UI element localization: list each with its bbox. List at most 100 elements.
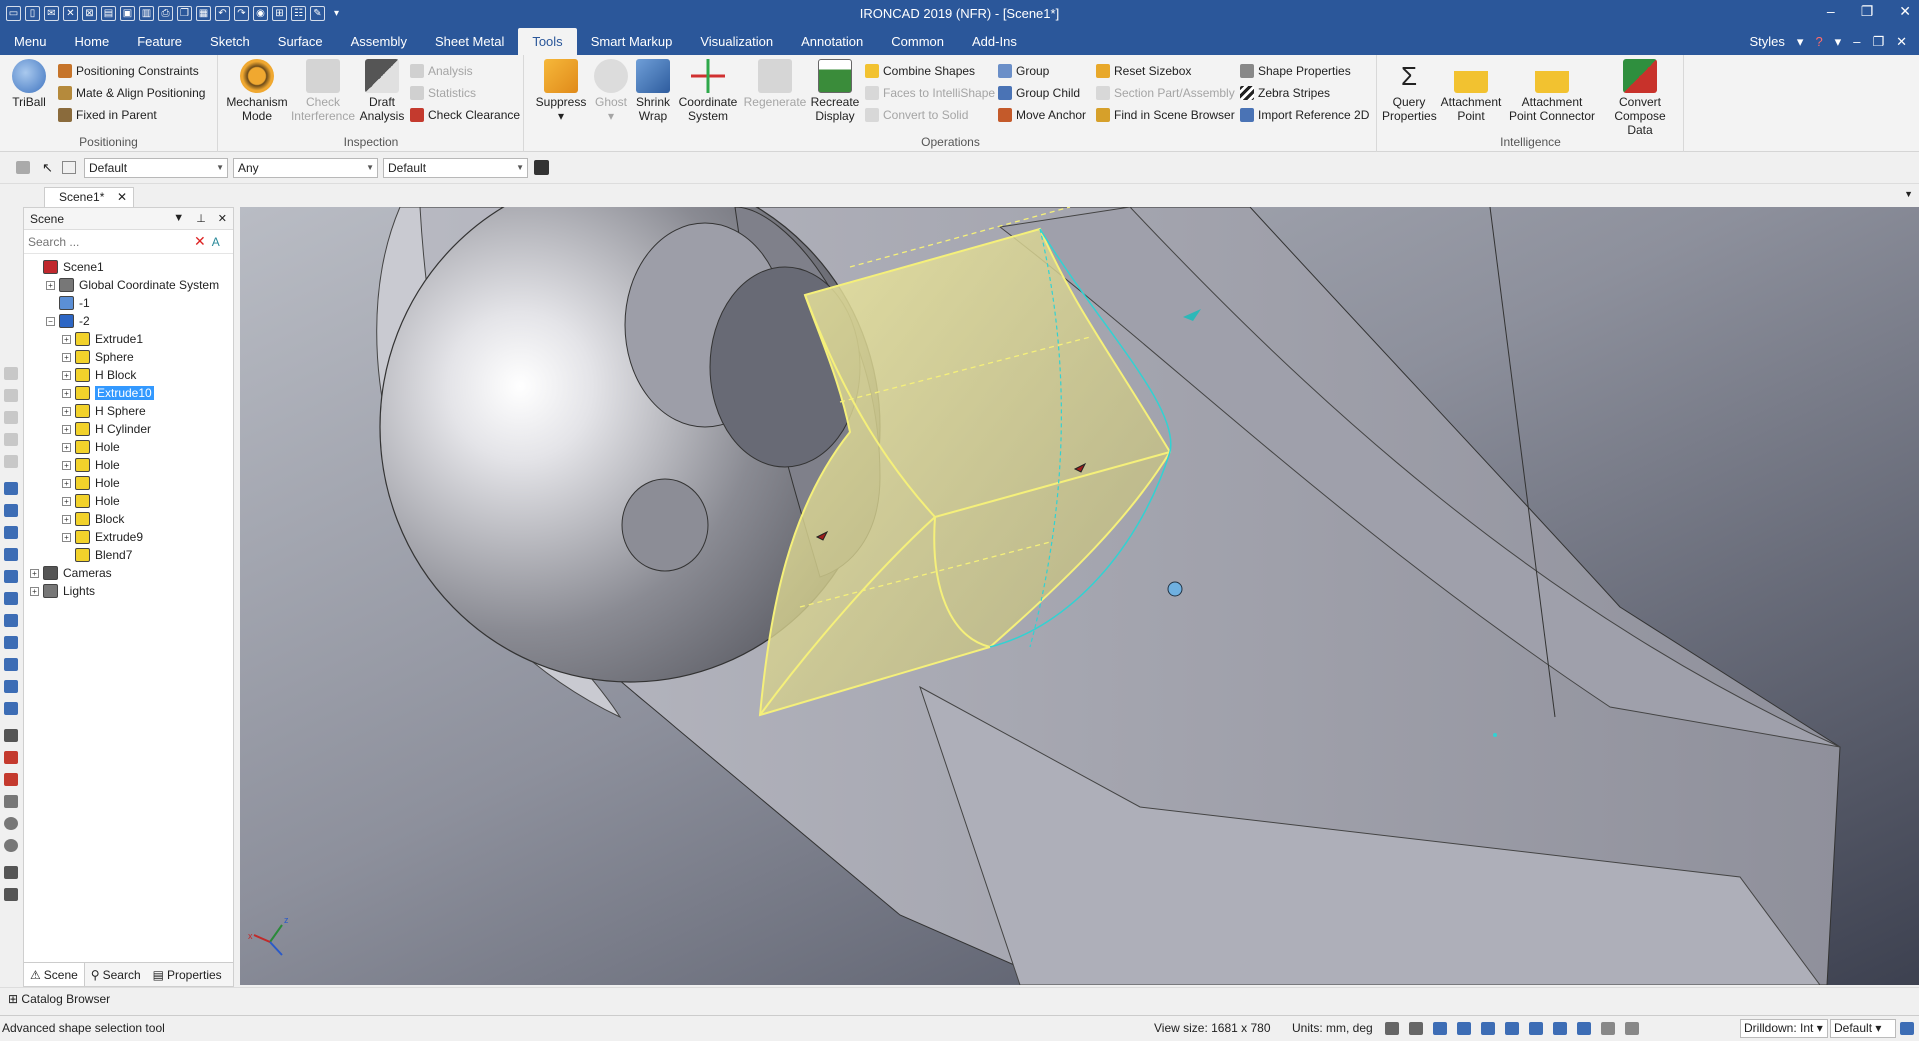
- panel-tab-properties[interactable]: ▤ Properties: [147, 963, 228, 986]
- style-combo[interactable]: Default ▼: [84, 158, 228, 178]
- convert-compose-data-button[interactable]: Convert Compose Data: [1600, 59, 1680, 137]
- coordinate-system-button[interactable]: Coordinate System: [676, 59, 740, 123]
- hblock-shape-icon[interactable]: [4, 658, 18, 671]
- tool-icon-2[interactable]: [4, 389, 18, 402]
- draft-analysis-button[interactable]: Draft Analysis: [358, 59, 406, 123]
- triangle-tool-icon[interactable]: [4, 795, 18, 808]
- save-as-icon[interactable]: ▥: [139, 6, 154, 21]
- tab-common[interactable]: Common: [877, 28, 958, 55]
- tree-expander-icon[interactable]: +: [62, 370, 71, 380]
- clear-search-icon[interactable]: ✕: [194, 233, 206, 250]
- circle-tool-icon[interactable]: [4, 817, 18, 830]
- tool-icon-4[interactable]: [4, 433, 18, 446]
- app-icon[interactable]: ▭: [6, 6, 21, 21]
- shading-icon[interactable]: [1457, 1022, 1471, 1035]
- hierarchy-icon[interactable]: [534, 160, 549, 175]
- help-icon[interactable]: ?: [1815, 28, 1822, 55]
- fixed-in-parent-button[interactable]: Fixed in Parent: [58, 105, 157, 125]
- tool-icon-1[interactable]: [4, 367, 18, 380]
- close-all-icon[interactable]: ⊠: [82, 6, 97, 21]
- tree-item[interactable]: + Block: [24, 510, 233, 528]
- find-in-scene-browser-button[interactable]: Find in Scene Browser: [1096, 105, 1235, 125]
- attachment-point-connector-button[interactable]: Attachment Point Connector: [1506, 59, 1598, 123]
- tree-item[interactable]: + Extrude1: [24, 330, 233, 348]
- dimension-tool-icon[interactable]: [4, 866, 18, 879]
- close-button[interactable]: ✕: [1899, 3, 1911, 20]
- sphere-shape-icon[interactable]: [4, 548, 18, 561]
- filter-icon[interactable]: [62, 161, 76, 174]
- tree-expander-icon[interactable]: +: [30, 568, 39, 578]
- open-envelope-icon[interactable]: ✉: [44, 6, 59, 21]
- panel-pin-icon[interactable]: ⊥: [196, 212, 206, 225]
- statistics-button[interactable]: Statistics: [410, 83, 476, 103]
- tree-item[interactable]: + Lights: [24, 582, 233, 600]
- tree-item[interactable]: Scene1: [24, 258, 233, 276]
- hsphere-shape-icon[interactable]: [4, 702, 18, 715]
- tab-feature[interactable]: Feature: [123, 28, 196, 55]
- doc-restore-icon[interactable]: ❐: [1872, 28, 1884, 55]
- 3d-viewport[interactable]: z x: [240, 207, 1919, 985]
- tree-item[interactable]: + Hole: [24, 456, 233, 474]
- open-folder-icon[interactable]: ▤: [101, 6, 116, 21]
- cylinder-shape-icon[interactable]: [4, 504, 18, 517]
- combine-shapes-button[interactable]: Combine Shapes: [865, 61, 975, 81]
- circle-tool-icon-2[interactable]: [4, 839, 18, 852]
- tab-add-ins[interactable]: Add-Ins: [958, 28, 1031, 55]
- tree-item[interactable]: + H Sphere: [24, 402, 233, 420]
- zoom-fit-icon[interactable]: [1409, 1022, 1423, 1035]
- select-filter-icon[interactable]: [1601, 1022, 1615, 1035]
- slot-shape-icon[interactable]: [4, 636, 18, 649]
- table-icon[interactable]: ☷: [291, 6, 306, 21]
- tree-item[interactable]: + Extrude10: [24, 384, 233, 402]
- styles-menu[interactable]: Styles: [1750, 28, 1785, 55]
- paste-icon[interactable]: ▦: [196, 6, 211, 21]
- tab-surface[interactable]: Surface: [264, 28, 337, 55]
- convert-to-solid-button[interactable]: Convert to Solid: [865, 105, 968, 125]
- torus-shape-icon[interactable]: [4, 570, 18, 583]
- tree-expander-icon[interactable]: +: [30, 586, 39, 596]
- tree-expander-icon[interactable]: +: [62, 352, 71, 362]
- panel-dropdown-icon[interactable]: ▼: [173, 212, 184, 225]
- triball-button[interactable]: TriBall: [6, 59, 52, 109]
- scene-search-input[interactable]: [28, 234, 190, 249]
- measure-icon[interactable]: [4, 729, 18, 742]
- lighting-icon[interactable]: [1553, 1022, 1567, 1035]
- redo-icon[interactable]: ↷: [234, 6, 249, 21]
- move-anchor-button[interactable]: Move Anchor: [998, 105, 1086, 125]
- grid-icon[interactable]: ⊞: [272, 6, 287, 21]
- select-mode-icon[interactable]: [16, 161, 30, 174]
- regenerate-button[interactable]: Regenerate: [743, 59, 807, 109]
- faces-to-intellishape-button[interactable]: Faces to IntelliShape: [865, 83, 995, 103]
- tree-expander-icon[interactable]: +: [62, 442, 71, 452]
- tree-item[interactable]: + Cameras: [24, 564, 233, 582]
- reset-sizebox-button[interactable]: Reset Sizebox: [1096, 61, 1191, 81]
- tree-expander-icon[interactable]: +: [62, 424, 71, 434]
- perspective-icon[interactable]: [1529, 1022, 1543, 1035]
- recreate-display-button[interactable]: Recreate Display: [809, 59, 861, 123]
- doc-tab-scene1[interactable]: Scene1* ✕: [44, 187, 134, 207]
- import-reference-2d-button[interactable]: Import Reference 2D: [1240, 105, 1369, 125]
- view-cube-icon[interactable]: [1433, 1022, 1447, 1035]
- doc-close-icon[interactable]: ✕: [1896, 28, 1907, 55]
- search-options-icon[interactable]: A: [212, 235, 220, 249]
- tree-expander-icon[interactable]: +: [62, 334, 71, 344]
- scene-render[interactable]: z x: [240, 207, 1919, 985]
- tree-item[interactable]: + Hole: [24, 438, 233, 456]
- query-properties-button[interactable]: Σ Query Properties: [1382, 59, 1437, 123]
- tree-item[interactable]: + Extrude9: [24, 528, 233, 546]
- render-icon[interactable]: [1481, 1022, 1495, 1035]
- tab-menu[interactable]: Menu: [0, 28, 61, 55]
- tab-home[interactable]: Home: [61, 28, 124, 55]
- wedge-shape-icon[interactable]: [4, 592, 18, 605]
- analysis-button[interactable]: Analysis: [410, 61, 473, 81]
- check-clearance-button[interactable]: Check Clearance: [410, 105, 520, 125]
- tree-item[interactable]: Blend7: [24, 546, 233, 564]
- tool-icon-5[interactable]: [4, 455, 18, 468]
- section-view-icon[interactable]: [1505, 1022, 1519, 1035]
- tree-item[interactable]: + Sphere: [24, 348, 233, 366]
- doc-minimize-icon[interactable]: –: [1853, 28, 1860, 55]
- tree-item[interactable]: + H Block: [24, 366, 233, 384]
- tree-expander-icon[interactable]: +: [46, 280, 55, 290]
- tree-expander-icon[interactable]: −: [46, 316, 55, 326]
- styles-dropdown-icon[interactable]: ▾: [1797, 28, 1804, 55]
